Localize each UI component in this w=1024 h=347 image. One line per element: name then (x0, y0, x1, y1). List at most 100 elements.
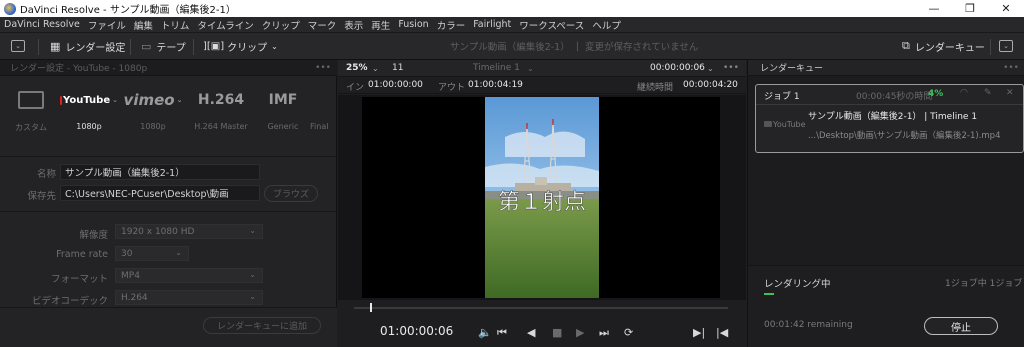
chevron-down-icon[interactable]: ⌄ (372, 64, 379, 73)
job-count: 1ジョブ中 1ジョブ (945, 279, 1023, 289)
clip-dropdown[interactable]: ][▣] クリップ ⌄ (203, 33, 278, 59)
wifi-icon: ◠ (960, 88, 968, 98)
edit-pencil-icon[interactable]: ✎ (984, 88, 992, 98)
menu-fairlight[interactable]: Fairlight (473, 19, 511, 30)
menu-mark[interactable]: マーク (308, 18, 337, 32)
menu-timeline[interactable]: タイムライン (197, 18, 253, 32)
chevron-down-icon: ⌄ (112, 96, 118, 104)
timeline-name[interactable]: Timeline 1 (473, 63, 520, 73)
job-preset-logo: YouTube (764, 120, 806, 129)
minimize-button[interactable]: — (916, 0, 952, 17)
render-settings-button[interactable]: ▦ レンダー設定 (50, 33, 125, 59)
render-settings-panel: レンダー設定 - YouTube - 1080p ••• カスタム YouTub… (0, 60, 337, 347)
project-name: サンプル動画（編集後2-1） (450, 42, 570, 53)
video-area: 第１射点 (338, 95, 746, 300)
play-reverse-icon[interactable]: ◀ (527, 326, 535, 339)
resolve-logo-icon (4, 2, 16, 15)
preset-youtube[interactable]: YouTube ⌄ 1080p (60, 78, 118, 153)
close-button[interactable]: ✕ (988, 0, 1024, 17)
davinci-resolve-window: DaVinci Resolve - サンプル動画（編集後2-1） — ❐ ✕ D… (0, 0, 1024, 347)
tape-icon: ▭ (141, 39, 152, 53)
location-label: 保存先 (27, 191, 56, 202)
render-queue-panel: レンダーキュー ••• ジョブ 1 00:00:45秒の時間 4% ◠ ✎ ✕ … (747, 60, 1024, 347)
next-edit-icon[interactable]: ▶| (693, 326, 705, 339)
menu-file[interactable]: ファイル (88, 18, 126, 32)
add-to-render-queue-button[interactable]: レンダーキューに追加 (203, 317, 321, 334)
timecode-display[interactable]: 00:00:00:06 (650, 63, 705, 73)
codec-label: ビデオコーデック (31, 296, 108, 307)
job-percent: 4% (928, 89, 944, 99)
chevron-down-icon[interactable]: ⌄ (527, 64, 534, 73)
maximize-button[interactable]: ❐ (952, 0, 988, 17)
in-timecode[interactable]: 01:00:00:00 (368, 80, 423, 90)
tape-button[interactable]: ▭ テープ (141, 33, 186, 59)
panel-toggle-right-button[interactable]: ⌄ (999, 33, 1013, 59)
custom-film-icon (18, 91, 44, 109)
menu-view[interactable]: 表示 (344, 18, 363, 32)
codec-select[interactable]: H.264 ⌄ (115, 290, 263, 305)
playhead[interactable] (370, 303, 372, 312)
name-field[interactable]: サンプル動画（編集後2-1） (60, 164, 260, 180)
render-progress-bar (764, 293, 774, 295)
resolution-select[interactable]: 1920 x 1080 HD ⌄ (115, 224, 263, 239)
duration-timecode: 00:00:04:20 (683, 80, 738, 90)
preset-vimeo[interactable]: vimeo ⌄ 1080p (124, 78, 183, 153)
location-field[interactable]: C:\Users\NEC-PCuser\Desktop\動画 (60, 185, 260, 201)
menu-fusion[interactable]: Fusion (398, 19, 428, 30)
rendering-label: レンダリング中 (764, 279, 831, 290)
preset-final[interactable]: Final (310, 78, 337, 153)
loop-icon[interactable]: ⟳ (624, 326, 633, 339)
preset-imf[interactable]: IMF Generic (254, 78, 312, 153)
render-status-area: レンダリング中 1ジョブ中 1ジョブ 00:01:42 remaining 停止 (748, 265, 1024, 347)
browse-button[interactable]: ブラウズ (264, 185, 318, 202)
job-title: サンプル動画（編集後2-1） | Timeline 1 (808, 112, 978, 122)
preset-h264[interactable]: H.264 H.264 Master (192, 78, 250, 153)
job-output-path: ...\Desktop\動画\サンプル動画（編集後2-1).mp4 (808, 131, 1001, 141)
preset-custom[interactable]: カスタム (2, 78, 60, 153)
render-settings-label: レンダー設定 (65, 42, 126, 54)
panel-toggle-left-button[interactable]: ⌄ (11, 33, 25, 59)
clip-label: クリップ (227, 42, 268, 54)
menu-workspace[interactable]: ワークスペース (519, 18, 584, 32)
menu-trim[interactable]: トリム (161, 18, 190, 32)
framerate-select[interactable]: 30 ⌄ (115, 246, 189, 261)
chevron-down-icon: ⌄ (999, 40, 1013, 52)
skip-to-end-icon[interactable]: ⏭ (599, 326, 609, 340)
menu-help[interactable]: ヘルプ (592, 18, 621, 32)
format-select[interactable]: MP4 ⌄ (115, 268, 263, 283)
framerate-label: Frame rate (56, 249, 108, 260)
chevron-down-icon[interactable]: ⌄ (707, 64, 714, 73)
stop-icon[interactable]: ■ (552, 326, 562, 339)
out-timecode[interactable]: 01:00:04:19 (468, 80, 523, 90)
chevron-down-icon: ⌄ (249, 270, 256, 279)
render-settings-icon: ▦ (50, 39, 61, 53)
job-name: ジョブ 1 (764, 92, 800, 102)
menu-edit[interactable]: 編集 (134, 18, 153, 32)
menu-color[interactable]: カラー (437, 18, 466, 32)
menu-clip[interactable]: クリップ (262, 18, 300, 32)
render-job-header: ジョブ 1 00:00:45秒の時間 4% ◠ ✎ ✕ (756, 85, 1023, 105)
play-icon[interactable]: ▶ (576, 326, 584, 339)
resolution-label: 解像度 (79, 230, 108, 241)
more-options-icon[interactable]: ••• (315, 63, 331, 73)
zoom-level[interactable]: 25% (346, 63, 368, 73)
menu-davinci[interactable]: DaVinci Resolve (4, 19, 80, 30)
render-job-card[interactable]: ジョブ 1 00:00:45秒の時間 4% ◠ ✎ ✕ YouTube サンプル… (755, 84, 1024, 153)
stop-render-button[interactable]: 停止 (924, 317, 998, 335)
chevron-down-icon: ⌄ (249, 226, 256, 235)
more-options-icon[interactable]: ••• (1003, 63, 1019, 73)
more-options-icon[interactable]: ••• (723, 63, 739, 73)
scrubber-bar[interactable] (338, 300, 746, 318)
remove-job-icon[interactable]: ✕ (1006, 88, 1014, 98)
format-label: フォーマット (50, 274, 108, 285)
video-frame[interactable]: 第１射点 (362, 97, 720, 298)
render-queue-button[interactable]: ⧉ レンダーキュー (902, 33, 985, 59)
volume-icon[interactable]: 🔈 (478, 326, 492, 339)
previous-edit-icon[interactable]: |◀ (716, 326, 728, 339)
menu-playback[interactable]: 再生 (371, 18, 390, 32)
window-title: DaVinci Resolve - サンプル動画（編集後2-1） (20, 5, 236, 16)
render-queue-label: レンダーキュー (914, 42, 985, 54)
skip-to-start-icon[interactable]: ⏮ (497, 326, 507, 340)
chevron-down-icon: ⌄ (175, 248, 182, 257)
current-timecode: 01:00:00:06 (380, 324, 454, 338)
